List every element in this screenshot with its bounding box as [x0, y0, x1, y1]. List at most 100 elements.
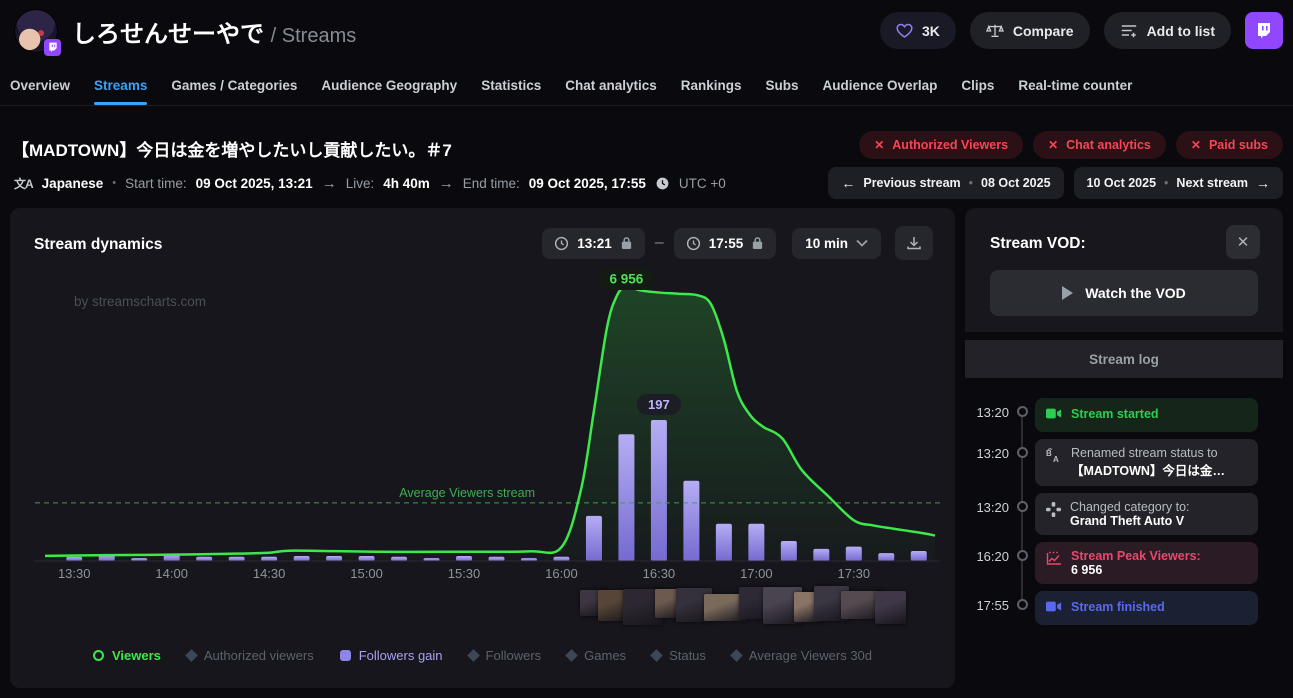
- legend-item-viewers[interactable]: Viewers: [93, 648, 161, 663]
- legend-item-average-viewers-30d[interactable]: Average Viewers 30d: [732, 648, 872, 663]
- close-icon: ✕: [1191, 138, 1201, 152]
- finished-icon: [1046, 598, 1062, 618]
- tab-games-categories[interactable]: Games / Categories: [171, 67, 297, 104]
- badge-label: Paid subs: [1209, 138, 1268, 152]
- badge-paid-subs[interactable]: ✕ Paid subs: [1176, 131, 1283, 159]
- tab-chat-analytics[interactable]: Chat analytics: [565, 67, 657, 104]
- followers-gain-bar: [196, 557, 212, 561]
- dot-separator: •: [969, 176, 973, 190]
- download-chart-button[interactable]: [895, 226, 933, 260]
- watch-vod-button[interactable]: Watch the VOD: [990, 270, 1258, 316]
- timeline-dot: [1017, 550, 1028, 561]
- stream-vod-card: Stream VOD: ✕ Watch the VOD: [965, 208, 1283, 332]
- timeline-dot: [1017, 501, 1028, 512]
- x-axis-tick: 17:00: [740, 566, 773, 581]
- stream-log-timeline: 13:20 Stream started13:20 BA Renamed stream…: [965, 398, 1283, 632]
- diamond-marker-icon: [467, 649, 480, 662]
- peak-viewers-value: 6 956: [610, 272, 644, 287]
- tab-clips[interactable]: Clips: [961, 67, 994, 104]
- stream-thumbnails-strip[interactable]: [580, 584, 898, 626]
- legend-item-games[interactable]: Games: [567, 648, 626, 663]
- compare-label: Compare: [1013, 23, 1074, 39]
- legend-label: Followers gain: [359, 648, 443, 663]
- compare-button[interactable]: Compare: [970, 12, 1090, 49]
- badge-label: Chat analytics: [1066, 138, 1151, 152]
- legend-label: Status: [669, 648, 706, 663]
- tab-real-time-counter[interactable]: Real-time counter: [1018, 67, 1132, 104]
- arrow-right-icon: →: [439, 175, 454, 192]
- dot-separator: •: [112, 177, 116, 189]
- close-icon: ✕: [1048, 138, 1058, 152]
- streamer-avatar[interactable]: [14, 9, 58, 53]
- interval-value: 10 min: [805, 236, 848, 251]
- x-axis-tick: 14:00: [155, 566, 188, 581]
- circle-marker-icon: [93, 650, 104, 661]
- x-axis-tick: 15:30: [448, 566, 481, 581]
- stream-thumbnail[interactable]: [875, 591, 906, 624]
- log-line-1: Stream finished: [1071, 598, 1165, 614]
- previous-stream-date: 08 Oct 2025: [981, 176, 1051, 190]
- range-separator: –: [655, 234, 664, 252]
- start-time-label: Start time:: [125, 176, 187, 191]
- heart-icon: [896, 23, 913, 39]
- add-to-list-label: Add to list: [1147, 23, 1215, 39]
- tab-statistics[interactable]: Statistics: [481, 67, 541, 104]
- favorites-count: 3K: [922, 23, 940, 39]
- time-from-input[interactable]: 13:21: [542, 228, 645, 259]
- play-icon: [1062, 286, 1073, 300]
- interval-dropdown[interactable]: 10 min: [792, 228, 881, 259]
- watch-vod-label: Watch the VOD: [1085, 285, 1186, 301]
- followers-gain-bar: [456, 556, 472, 561]
- previous-stream-button[interactable]: ← Previous stream • 08 Oct 2025: [828, 167, 1063, 199]
- legend-item-status[interactable]: Status: [652, 648, 706, 663]
- badge-authorized-viewers[interactable]: ✕Authorized Viewers: [859, 131, 1023, 159]
- x-axis-tick: 15:00: [350, 566, 383, 581]
- log-line-1: Stream started: [1071, 405, 1159, 421]
- diamond-marker-icon: [565, 649, 578, 662]
- followers-gain-bar: [553, 557, 569, 561]
- followers-gain-bar: [261, 557, 277, 561]
- tab-audience-geography[interactable]: Audience Geography: [321, 67, 457, 104]
- timeline-node: [1009, 398, 1035, 432]
- diamond-marker-icon: [185, 649, 198, 662]
- log-line-2: 6 956: [1071, 563, 1201, 577]
- log-entry-renamed: 13:20BARenamed stream status to【MADTOWN】…: [965, 439, 1283, 486]
- started-icon: [1046, 405, 1062, 425]
- badge-chat-analytics[interactable]: ✕ Chat analytics: [1033, 131, 1166, 159]
- tab-overview[interactable]: Overview: [10, 67, 70, 104]
- twitch-channel-button[interactable]: [1245, 12, 1283, 49]
- diamond-marker-icon: [730, 649, 743, 662]
- tab-rankings[interactable]: Rankings: [681, 67, 742, 104]
- close-icon[interactable]: ✕: [1226, 225, 1260, 259]
- lock-icon: [620, 236, 633, 250]
- next-stream-button[interactable]: 10 Oct 2025 • Next stream →: [1074, 167, 1283, 199]
- svg-text:A: A: [1053, 455, 1059, 464]
- log-line-1: Renamed stream status to: [1071, 446, 1231, 460]
- tab-streams[interactable]: Streams: [94, 67, 147, 104]
- log-line-1: Changed category to:: [1070, 500, 1190, 514]
- top-header: しろせんせーやで / Streams 3K Compare Add to lis…: [0, 0, 1293, 62]
- stream-dynamics-card: Stream dynamics 13:21 – 17:55 10 min by …: [10, 208, 955, 688]
- log-entry-started: 13:20 Stream started: [965, 398, 1283, 432]
- log-card-peak: Stream Peak Viewers:6 956: [1035, 542, 1258, 584]
- bar-peak-value: 197: [648, 397, 670, 412]
- legend-label: Authorized viewers: [204, 648, 314, 663]
- chart-canvas[interactable]: Average Viewers stream13:3014:0014:3015:…: [10, 266, 955, 584]
- diamond-marker-icon: [650, 649, 663, 662]
- tab-subs[interactable]: Subs: [766, 67, 799, 104]
- peak-icon: [1046, 549, 1062, 571]
- timeline-dot: [1017, 406, 1028, 417]
- tab-audience-overlap[interactable]: Audience Overlap: [823, 67, 938, 104]
- log-card-text: Changed category to:Grand Theft Auto V: [1070, 500, 1190, 528]
- time-to-input[interactable]: 17:55: [674, 228, 777, 259]
- favorites-button[interactable]: 3K: [880, 12, 956, 49]
- legend-item-authorized-viewers[interactable]: Authorized viewers: [187, 648, 314, 663]
- renamed-icon: BA: [1046, 446, 1062, 469]
- add-to-list-button[interactable]: Add to list: [1104, 12, 1231, 49]
- followers-gain-bar: [748, 524, 764, 561]
- log-entry-time: 13:20: [965, 398, 1009, 432]
- legend-item-followers-gain[interactable]: Followers gain: [340, 648, 443, 663]
- followers-gain-bar: [618, 434, 634, 561]
- legend-item-followers[interactable]: Followers: [469, 648, 542, 663]
- followers-gain-bar: [488, 557, 504, 561]
